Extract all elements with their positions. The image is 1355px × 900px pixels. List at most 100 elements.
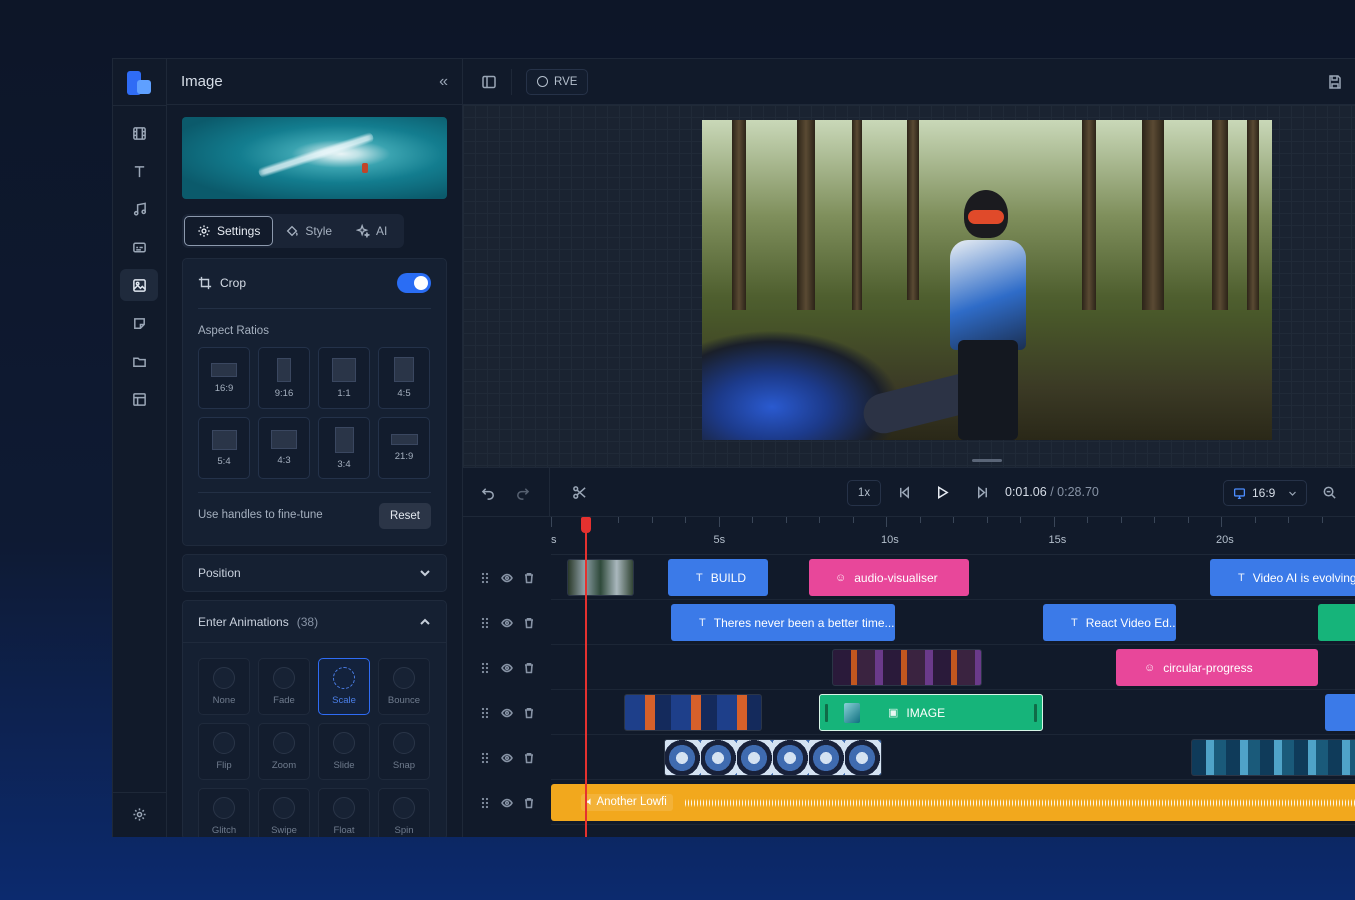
drag-handle-icon[interactable] [479,707,491,719]
eye-off-icon[interactable] [501,572,513,584]
play-icon[interactable] [935,485,950,505]
text-icon: T [1238,571,1245,584]
aspect-4-5[interactable]: 4:5 [378,347,430,409]
aspect-3-4[interactable]: 3:4 [318,417,370,479]
trash-icon[interactable] [523,572,535,584]
save-icon[interactable] [1327,74,1343,90]
trash-icon[interactable] [523,797,535,809]
trash-icon[interactable] [523,662,535,674]
zoom-out-icon[interactable] [1322,485,1337,505]
playhead-handle[interactable] [581,517,591,533]
animation-none[interactable]: None [198,658,250,715]
drag-handle-icon[interactable] [479,752,491,764]
text-clip-partial[interactable] [1325,694,1355,731]
undo-icon[interactable] [481,485,496,505]
image-clip[interactable]: ▣ IMAGE [819,694,1043,731]
aspect-4-3[interactable]: 4:3 [258,417,310,479]
left-rail [113,59,167,837]
animation-snap[interactable]: Snap [378,723,430,780]
text-clip-theres-never[interactable]: T Theres never been a better time... [671,604,895,641]
skip-forward-icon[interactable] [975,485,990,505]
animation-swipe[interactable]: Swipe [258,788,310,837]
position-section[interactable]: Position [182,554,447,592]
drag-handle-icon[interactable] [479,617,491,629]
trim-handle-right[interactable] [1034,704,1037,722]
image-thumbnail[interactable] [182,117,447,199]
animation-scale[interactable]: Scale [318,658,370,715]
aspect-21-9[interactable]: 21:9 [378,417,430,479]
time-ruler[interactable]: s 5s 10s 15s 20s [551,517,1355,555]
project-badge[interactable]: RVE [526,68,589,95]
audio-visualiser-clip[interactable]: ☺ audio-visualiser [809,559,969,596]
video-icon[interactable] [120,117,158,149]
video-preview[interactable] [702,120,1272,440]
collapse-panel-icon[interactable]: « [439,73,448,91]
music-icon[interactable] [120,193,158,225]
drag-handle-icon[interactable] [479,797,491,809]
aspect-9-16[interactable]: 9:16 [258,347,310,409]
captions-icon[interactable] [120,231,158,263]
skip-back-icon[interactable] [897,485,912,505]
template-icon[interactable] [120,383,158,415]
animation-spin[interactable]: Spin [378,788,430,837]
trash-icon[interactable] [523,617,535,629]
reset-button[interactable]: Reset [378,503,431,529]
aspect-16-9[interactable]: 16:9 [198,347,250,409]
enter-animations-header[interactable]: Enter Animations (38) [183,601,446,643]
animation-fade[interactable]: Fade [258,658,310,715]
image-icon[interactable] [120,269,158,301]
aspect-1-1[interactable]: 1:1 [318,347,370,409]
tab-ai[interactable]: AI [344,216,399,246]
video-clip-earth[interactable] [664,739,882,776]
eye-off-icon[interactable] [501,707,513,719]
text-icon[interactable] [120,155,158,187]
animation-slide[interactable]: Slide [318,723,370,780]
image-icon: ▣ [888,707,899,719]
text-clip-video-ai[interactable]: T Video AI is evolving [1210,559,1355,596]
playhead[interactable] [585,517,587,837]
audio-clip[interactable]: 🔈︎ Another Lowfi [551,784,1355,821]
ruler-label: 10s [881,534,899,546]
trim-handle-left[interactable] [825,704,828,722]
circular-progress-clip[interactable]: ☺ circular-progress [1116,649,1318,686]
aspect-5-4[interactable]: 5:4 [198,417,250,479]
video-clip-water[interactable] [1191,739,1355,776]
crop-toggle[interactable] [397,273,431,293]
video-clip-crowd[interactable] [624,694,762,731]
preview-stage [463,105,1355,467]
eye-off-icon[interactable] [501,752,513,764]
tab-style-label: Style [305,224,333,238]
animation-float[interactable]: Float [318,788,370,837]
video-clip-thumbnail[interactable] [567,559,634,596]
animation-flip[interactable]: Flip [198,723,250,780]
video-clip-concert[interactable] [832,649,982,686]
trash-icon[interactable] [523,752,535,764]
aspect-ratio-select[interactable]: 16:9 [1223,480,1307,506]
eye-off-icon[interactable] [501,662,513,674]
drag-handle-icon[interactable] [479,662,491,674]
monitor-icon [1233,487,1246,499]
resize-handle[interactable] [972,459,1002,462]
text-clip-build[interactable]: T BUILD [668,559,768,596]
sticker-icon[interactable] [120,307,158,339]
scissors-icon[interactable] [572,485,587,505]
folder-icon[interactable] [120,345,158,377]
speed-button[interactable]: 1x [847,480,881,506]
editor-window: Image « Settings Style AI Crop Aspect Ra… [112,58,1355,837]
ruler-tick [919,517,921,523]
image-clip-partial[interactable] [1318,604,1355,641]
text-clip-react-video[interactable]: T React Video Ed... [1043,604,1176,641]
eye-off-icon[interactable] [501,617,513,629]
trash-icon[interactable] [523,707,535,719]
animation-bounce[interactable]: Bounce [378,658,430,715]
track-divider [551,824,1355,825]
tab-settings[interactable]: Settings [184,216,274,246]
drag-handle-icon[interactable] [479,572,491,584]
tab-style[interactable]: Style [273,216,344,246]
sidebar-toggle-icon[interactable] [481,74,497,90]
animation-glitch[interactable]: Glitch [198,788,250,837]
redo-icon[interactable] [515,485,530,505]
settings-gear-icon[interactable] [120,798,158,830]
animation-zoom[interactable]: Zoom [258,723,310,780]
eye-off-icon[interactable] [501,797,513,809]
